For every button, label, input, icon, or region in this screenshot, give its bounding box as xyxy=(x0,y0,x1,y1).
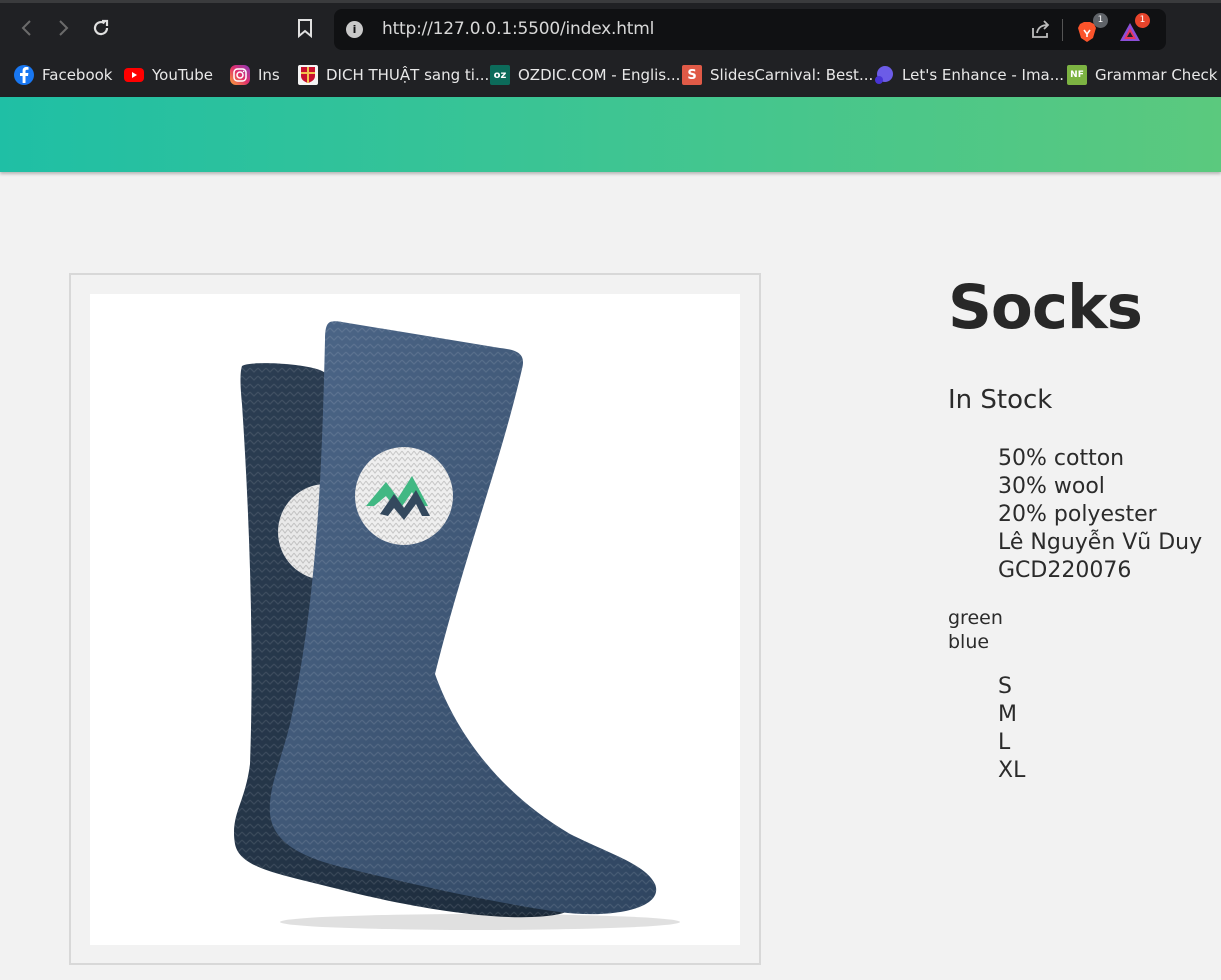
bookmarks-bar: Facebook YouTube Ins DICH THUẬT sang ti.… xyxy=(0,56,1221,97)
stock-status: In Stock xyxy=(948,385,1053,415)
bookmark-label: DICH THUẬT sang ti... xyxy=(326,66,490,84)
site-info-icon[interactable]: i xyxy=(346,21,363,38)
bookmark-label: YouTube xyxy=(152,66,213,84)
reload-button[interactable] xyxy=(86,13,116,43)
socks-illustration xyxy=(233,321,680,930)
variant-green[interactable]: green xyxy=(948,606,1003,630)
bookmark-label: SlidesCarnival: Best... xyxy=(710,66,874,84)
share-button[interactable] xyxy=(1030,19,1052,43)
detail-item: GCD220076 xyxy=(998,558,1132,583)
bookmark-label: Facebook xyxy=(42,66,113,84)
product-title: Socks xyxy=(948,272,1143,343)
product-image-frame xyxy=(69,273,761,965)
grammar-check-icon: NF xyxy=(1067,65,1087,85)
slidescarnival-icon: S xyxy=(682,65,702,85)
product-image xyxy=(90,294,740,945)
back-button[interactable] xyxy=(12,13,42,43)
letsenhance-icon xyxy=(874,65,894,85)
variant-blue[interactable]: blue xyxy=(948,630,1003,654)
bookmark-label: Ins xyxy=(258,66,280,84)
detail-item: 20% polyester xyxy=(998,502,1157,527)
brave-badge: 1 xyxy=(1093,13,1108,28)
bookmark-instagram[interactable]: Ins xyxy=(230,64,280,86)
bookmark-label: Grammar Check Or xyxy=(1095,66,1221,84)
brave-rewards-button[interactable]: 1 xyxy=(1118,13,1150,43)
detail-item: 30% wool xyxy=(998,474,1105,499)
sizes-list: S M L XL xyxy=(998,673,1025,785)
forward-button[interactable] xyxy=(48,13,78,43)
address-bar[interactable]: i http://127.0.0.1:5500/index.html 1 1 xyxy=(334,9,1166,50)
chevron-left-icon xyxy=(21,20,31,36)
rewards-badge: 1 xyxy=(1135,13,1150,28)
browser-toolbar: i http://127.0.0.1:5500/index.html 1 1 xyxy=(0,0,1221,56)
detail-item: Lê Nguyễn Vũ Duy xyxy=(998,530,1203,555)
bookmark-dich-thuat[interactable]: DICH THUẬT sang ti... xyxy=(298,64,489,86)
site-navbar xyxy=(0,97,1221,172)
university-crest-icon xyxy=(298,65,318,85)
instagram-icon xyxy=(230,65,250,85)
ozdic-icon: oz xyxy=(490,65,510,85)
size-item: L xyxy=(998,730,1011,755)
color-variants: green blue xyxy=(948,606,1003,654)
detail-item: 50% cotton xyxy=(998,446,1125,471)
size-item: S xyxy=(998,674,1012,699)
reload-icon xyxy=(93,19,109,36)
youtube-icon xyxy=(124,65,144,85)
bookmark-facebook[interactable]: Facebook xyxy=(14,64,112,86)
bookmark-ozdic[interactable]: oz OZDIC.COM - Englis... xyxy=(490,64,680,86)
bookmark-icon xyxy=(298,19,312,38)
url-text[interactable]: http://127.0.0.1:5500/index.html xyxy=(382,19,654,39)
bookmark-label: OZDIC.COM - Englis... xyxy=(518,66,681,84)
product-details-list: 50% cotton 30% wool 20% polyester Lê Ngu… xyxy=(998,445,1202,585)
share-icon xyxy=(1032,20,1050,38)
brave-shields-button[interactable]: 1 xyxy=(1076,13,1108,43)
size-item: XL xyxy=(998,758,1026,783)
divider xyxy=(1062,19,1063,41)
bookmark-youtube[interactable]: YouTube xyxy=(124,64,213,86)
bookmark-letsenhance[interactable]: Let's Enhance - Ima... xyxy=(874,64,1064,86)
size-item: M xyxy=(998,702,1017,727)
bookmark-grammar-check[interactable]: NF Grammar Check Or xyxy=(1067,64,1221,86)
chevron-right-icon xyxy=(59,20,69,36)
bookmark-page-button[interactable] xyxy=(290,13,320,43)
bookmark-label: Let's Enhance - Ima... xyxy=(902,66,1065,84)
bookmark-slidescarnival[interactable]: S SlidesCarnival: Best... xyxy=(682,64,873,86)
facebook-icon xyxy=(14,65,34,85)
